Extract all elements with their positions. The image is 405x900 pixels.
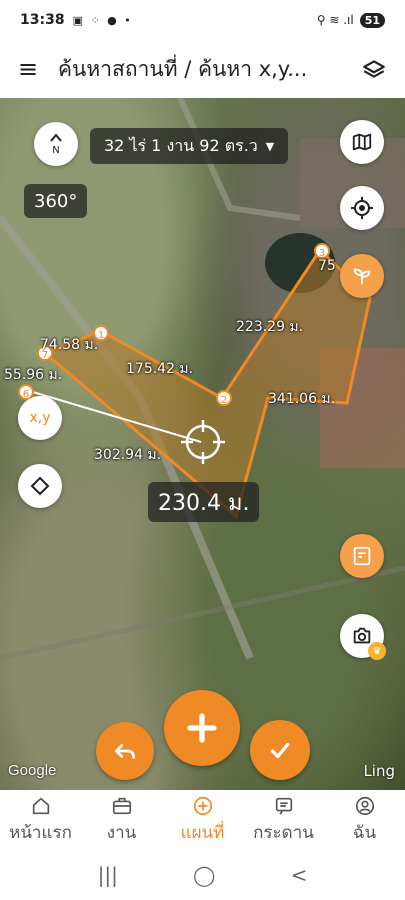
- vertex-2-label: 2: [221, 395, 227, 406]
- nav-jobs[interactable]: งาน: [81, 790, 162, 850]
- status-bar: 13:38 ▣ ⁘ ● • ⚲ ≋ .ıl 51: [0, 0, 405, 40]
- confirm-button[interactable]: [250, 720, 310, 780]
- ling-logo: Ling: [363, 762, 395, 780]
- segment-label: 74.58 ม.: [40, 337, 99, 353]
- segment-label: 175.42 ม.: [126, 361, 194, 377]
- xy-button[interactable]: x,y: [18, 396, 62, 440]
- app-header: ≡ ค้นหาสถานที่ / ค้นหา x,y...: [0, 40, 405, 98]
- status-time: 13:38: [20, 12, 65, 28]
- area-text: 32 ไร่ 1 งาน 92 ตร.ว: [104, 135, 258, 155]
- nav-map[interactable]: แผนที่: [162, 790, 243, 850]
- map-view[interactable]: 1 2 3 6 7 74.58 ม. 175.42 ม. 223.29 ม. 3…: [0, 98, 405, 790]
- google-logo: Google: [8, 762, 57, 779]
- parcel-polygon: [42, 247, 372, 519]
- compass-icon: N: [50, 133, 62, 156]
- crown-icon: ♛: [368, 642, 386, 660]
- system-nav-bar: ||| ◯ <: [0, 850, 405, 900]
- compass-button[interactable]: N: [34, 122, 78, 166]
- camera-button[interactable]: ♛: [340, 614, 386, 660]
- nav-home[interactable]: หน้าแรก: [0, 790, 81, 850]
- chevron-down-icon: ▼: [265, 139, 275, 153]
- sprout-icon: [353, 268, 371, 285]
- segment-label: 223.29 ม.: [236, 319, 304, 335]
- nav-label: แผนที่: [180, 822, 225, 843]
- signal-icons: ⚲ ≋ .ıl: [316, 13, 354, 27]
- area-dropdown[interactable]: 32 ไร่ 1 งาน 92 ตร.ว ▼: [90, 128, 289, 164]
- segment-label: 302.94 ม.: [94, 447, 162, 463]
- map-type-button[interactable]: [340, 120, 384, 164]
- recent-apps-icon[interactable]: |||: [98, 863, 118, 887]
- nav-label: งาน: [106, 822, 137, 843]
- segment-label: 341.06 ม.: [268, 391, 336, 407]
- home-icon: [32, 797, 49, 814]
- polygon-icon: [30, 476, 50, 496]
- nav-label: กระดาน: [253, 822, 314, 843]
- search-title[interactable]: ค้นหาสถานที่ / ค้นหา x,y...: [48, 53, 361, 86]
- nav-profile[interactable]: ฉัน: [324, 790, 405, 850]
- status-right: ⚲ ≋ .ıl 51: [316, 12, 385, 28]
- layers-icon[interactable]: [361, 56, 387, 82]
- map-plus-icon: [193, 796, 212, 815]
- nav-label: ฉัน: [352, 822, 377, 843]
- draw-polygon-button[interactable]: [18, 464, 62, 508]
- nav-label: หน้าแรก: [9, 822, 72, 843]
- briefcase-icon: [112, 797, 131, 814]
- document-icon: [353, 546, 371, 566]
- nav-board[interactable]: กระดาน: [243, 790, 324, 850]
- map-icon: [352, 133, 372, 151]
- add-point-button[interactable]: [164, 690, 240, 766]
- vertex-label: 75: [318, 258, 336, 274]
- segment-label: 55.96 ม.: [4, 367, 63, 383]
- profile-icon: [355, 796, 374, 815]
- heading-badge: 360°: [24, 184, 88, 218]
- check-icon: [270, 742, 290, 759]
- svg-text:N: N: [52, 145, 59, 156]
- gps-icon: [351, 197, 373, 219]
- my-location-button[interactable]: [340, 186, 384, 230]
- plus-icon: [187, 713, 217, 743]
- plant-button[interactable]: [340, 254, 384, 298]
- distance-badge: 230.4 ม.: [148, 482, 260, 522]
- board-icon: [275, 797, 292, 815]
- notification-icons: ▣ ⁘ ● •: [72, 13, 133, 27]
- undo-icon: [114, 744, 136, 759]
- back-icon[interactable]: <: [291, 863, 308, 887]
- bottom-nav: หน้าแรก งาน แผนที่ กระดาน ฉัน: [0, 790, 405, 850]
- vertex-1-label: 1: [98, 330, 104, 341]
- undo-button[interactable]: [96, 722, 154, 780]
- report-button[interactable]: [340, 534, 384, 578]
- battery-badge: 51: [359, 12, 385, 28]
- home-system-icon[interactable]: ◯: [193, 863, 215, 887]
- hamburger-menu-icon[interactable]: ≡: [18, 55, 48, 83]
